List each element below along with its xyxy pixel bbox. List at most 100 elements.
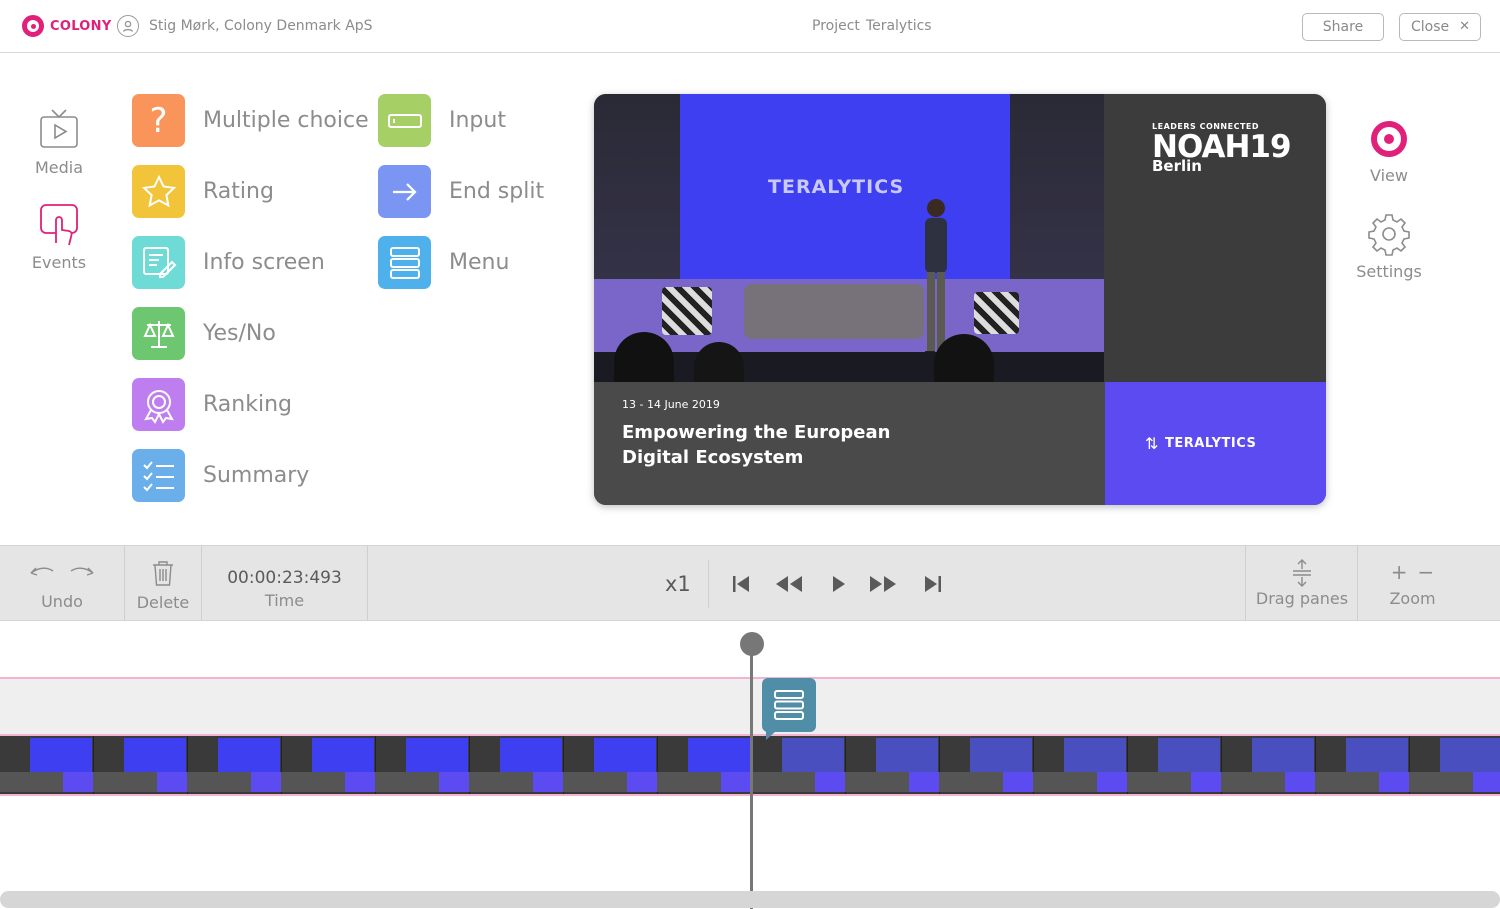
- sidebar-item-label: Media: [34, 158, 84, 177]
- question-type-yes-no[interactable]: Yes/No: [132, 307, 276, 360]
- scales-icon: [132, 307, 185, 360]
- video-thumbnail: [940, 736, 1034, 794]
- settings-button[interactable]: Settings: [1344, 212, 1434, 281]
- video-thumbnail: [564, 736, 658, 794]
- fast-forward-icon: [870, 576, 896, 592]
- question-type-label: Rating: [203, 179, 274, 204]
- playhead-handle[interactable]: [740, 632, 764, 656]
- timeline[interactable]: [0, 621, 1500, 909]
- question-type-input[interactable]: Input: [378, 94, 506, 147]
- lower-third: 13 - 14 June 2019 Empowering the Europea…: [594, 382, 1105, 505]
- info-edit-icon: [132, 236, 185, 289]
- question-type-rating[interactable]: Rating: [132, 165, 274, 218]
- video-thumbnail: [470, 736, 564, 794]
- question-type-label: Summary: [203, 463, 310, 488]
- sponsor-name: TERALYTICS: [1165, 436, 1257, 451]
- logo-text: COLONY: [50, 18, 112, 34]
- delete-button[interactable]: Delete: [125, 546, 202, 621]
- play-icon: [833, 576, 845, 592]
- skip-to-start-button[interactable]: [727, 571, 755, 597]
- stage-chair: [662, 287, 712, 335]
- video-thumbnail: [1034, 736, 1128, 794]
- playback-speed[interactable]: x1: [665, 572, 691, 596]
- view-button[interactable]: View: [1344, 120, 1434, 185]
- zoom-plus-minus-icon: +−: [1390, 560, 1445, 584]
- colony-eye-icon: [22, 15, 44, 37]
- close-button-label: Close: [1411, 19, 1450, 35]
- sponsor-panel: ⇅ TERALYTICS: [1105, 382, 1326, 505]
- video-thumbnail: [1128, 736, 1222, 794]
- arrow-right-icon: [378, 165, 431, 218]
- video-preview[interactable]: TERALYTICS LEADERS CONNECTED NOAH19 Berl…: [594, 94, 1326, 505]
- event-headline: Empowering the European Digital Ecosyste…: [622, 422, 891, 468]
- question-type-end-split[interactable]: End split: [378, 165, 544, 218]
- skip-to-end-button[interactable]: [919, 571, 947, 597]
- question-type-info-screen[interactable]: Info screen: [132, 236, 325, 289]
- badge-icon: [132, 378, 185, 431]
- delete-label: Delete: [136, 593, 190, 612]
- drag-handle-icon: [1246, 558, 1358, 587]
- zoom-control[interactable]: +− Zoom: [1357, 546, 1467, 621]
- drag-panes-button[interactable]: Drag panes: [1245, 546, 1358, 621]
- playhead-line[interactable]: [750, 643, 753, 909]
- video-thumbnail: [1410, 736, 1500, 794]
- teralytics-logo-icon: ⇅: [1145, 434, 1159, 453]
- question-type-label: End split: [449, 179, 545, 204]
- project-label: Project: [812, 18, 860, 34]
- skip-end-icon: [925, 576, 941, 592]
- menu-stack-icon: [378, 236, 431, 289]
- toolbar-divider: [708, 560, 709, 608]
- timeline-scrollbar[interactable]: [0, 891, 1500, 908]
- input-field-icon: [378, 94, 431, 147]
- drag-panes-label: Drag panes: [1255, 589, 1349, 608]
- user-avatar-icon: [117, 15, 139, 37]
- project-name: Teralytics: [865, 18, 932, 34]
- undo-button[interactable]: Undo: [0, 546, 125, 621]
- tv-play-icon: [37, 108, 81, 152]
- question-type-menu[interactable]: Menu: [378, 236, 509, 289]
- question-type-label: Ranking: [203, 392, 292, 417]
- video-thumbnail: [846, 736, 940, 794]
- question-type-summary[interactable]: Summary: [132, 449, 309, 502]
- sidebar-item-events[interactable]: Events: [14, 203, 104, 272]
- video-thumbnail: [1316, 736, 1410, 794]
- event-logo-panel: LEADERS CONNECTED NOAH19 Berlin: [1104, 94, 1326, 382]
- undo-redo-icon: [0, 564, 124, 584]
- video-thumbnail: [282, 736, 376, 794]
- question-type-multiple-choice[interactable]: ? Multiple choice: [132, 94, 369, 147]
- rewind-button[interactable]: [772, 571, 806, 597]
- video-thumbnail: [1222, 736, 1316, 794]
- video-thumbnail: [188, 736, 282, 794]
- zoom-label: Zoom: [1389, 589, 1436, 608]
- rewind-icon: [776, 576, 802, 592]
- close-icon: ✕: [1459, 19, 1470, 34]
- project-title: Project Teralytics: [812, 18, 932, 34]
- gear-icon: [1367, 212, 1411, 256]
- eye-icon: [1367, 120, 1411, 160]
- close-button[interactable]: Close ✕: [1399, 13, 1481, 41]
- question-type-label: Yes/No: [203, 321, 276, 346]
- view-label: View: [1370, 166, 1408, 185]
- question-type-label: Multiple choice: [203, 108, 369, 133]
- stage-screen: TERALYTICS: [680, 94, 1010, 279]
- event-date: 13 - 14 June 2019: [622, 398, 720, 411]
- video-thumbnail: [0, 736, 94, 794]
- share-button[interactable]: Share: [1302, 13, 1384, 41]
- video-thumbnail: [94, 736, 188, 794]
- question-type-label: Menu: [449, 250, 510, 275]
- editor-toolbar: Undo Delete 00:00:23:493 Time x1 Drag pa…: [0, 545, 1500, 621]
- question-type-ranking[interactable]: Ranking: [132, 378, 292, 431]
- menu-event-marker[interactable]: [762, 678, 816, 740]
- menu-stack-icon: [774, 690, 804, 720]
- fast-forward-button[interactable]: [866, 571, 900, 597]
- colony-logo[interactable]: COLONY: [22, 15, 112, 37]
- question-mark-icon: ?: [132, 94, 185, 147]
- user-info[interactable]: Stig Mørk, Colony Denmark ApS: [117, 15, 373, 37]
- stage-sofa: [744, 284, 924, 339]
- time-value: 00:00:23:493: [227, 568, 342, 588]
- sidebar-item-media[interactable]: Media: [14, 108, 104, 177]
- play-button[interactable]: [824, 571, 852, 597]
- stage-chair: [974, 292, 1019, 334]
- touch-icon: [37, 203, 81, 247]
- star-icon: [132, 165, 185, 218]
